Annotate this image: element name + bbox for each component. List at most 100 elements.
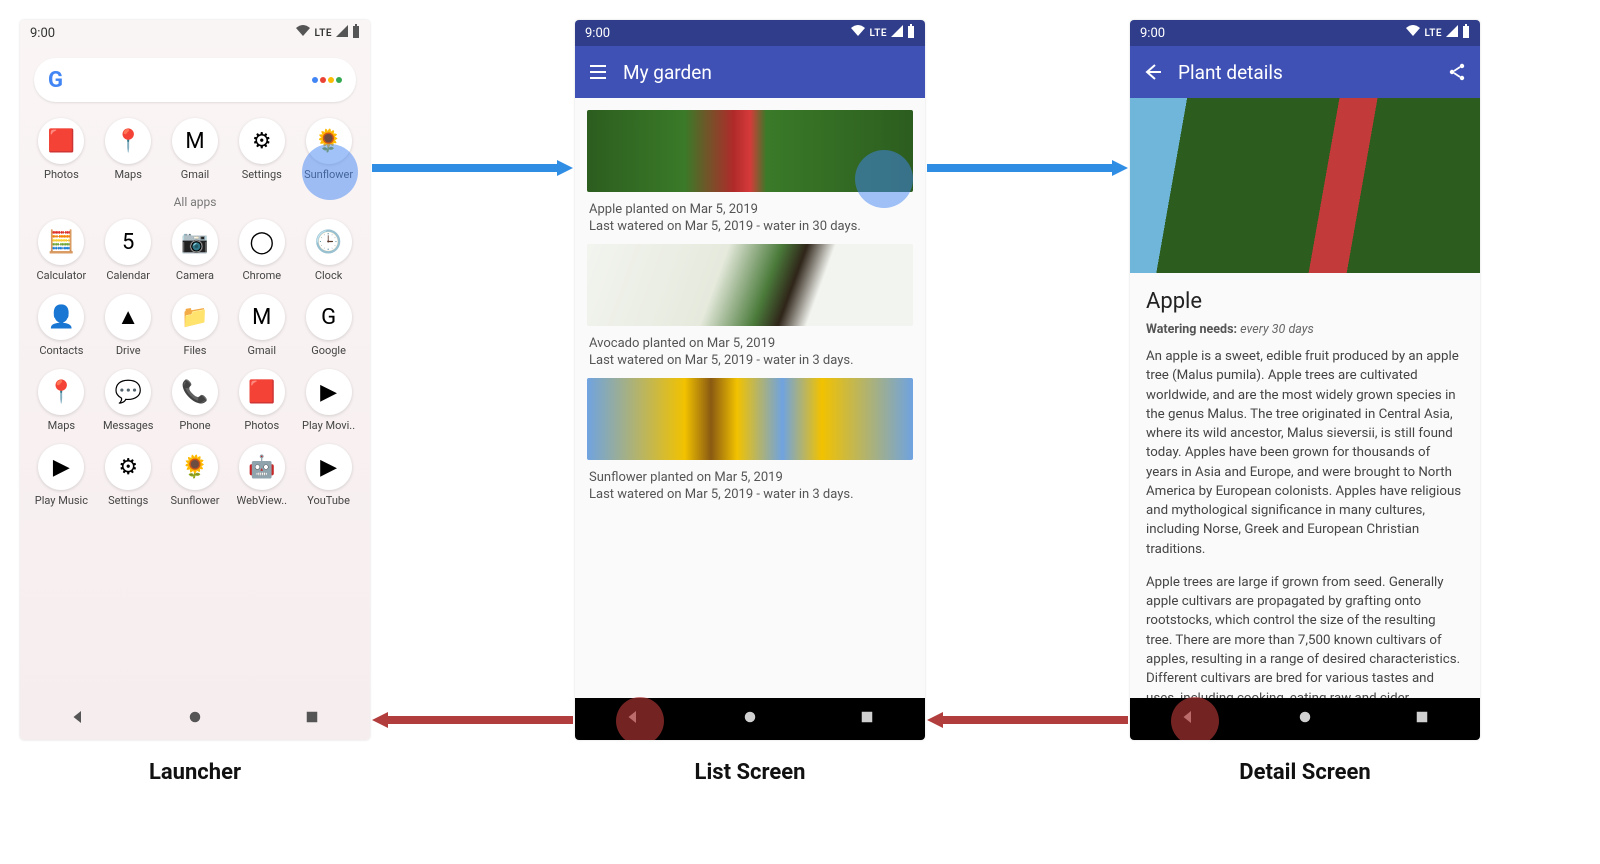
nav-home-button[interactable]: [1296, 708, 1314, 730]
wifi-icon: [1406, 25, 1420, 41]
app-clock[interactable]: 🕒 Clock: [298, 219, 360, 282]
app-label: Maps: [114, 168, 141, 181]
app-icon: 🟥: [38, 118, 84, 164]
app-sunflower[interactable]: 🌻Sunflower: [164, 444, 226, 507]
plant-hero-image: [1130, 98, 1480, 273]
android-nav-bar: [575, 698, 925, 740]
app-grid-row: 🧮Calculator 5 Calendar 📷 Camera ◯Chrome 🕒 Clock: [20, 213, 370, 288]
nav-recents-button[interactable]: [303, 708, 321, 730]
app-icon: ▶: [38, 444, 84, 490]
phone-detail: 9:00 LTE Plant details: [1130, 20, 1480, 740]
app-files[interactable]: 📁Files: [164, 294, 226, 357]
share-icon[interactable]: [1446, 61, 1468, 83]
nav-back-button[interactable]: [69, 708, 87, 730]
app-grid: 🧮Calculator 5 Calendar 📷 Camera ◯Chrome 🕒 Clock…: [20, 213, 370, 513]
app-icon: 🌻: [306, 118, 352, 164]
description-para-1: An apple is a sweet, edible fruit produc…: [1146, 347, 1464, 559]
app-label: Messages: [103, 419, 153, 432]
favorites-row: 🟥 Photos 📍MapsMGmail⚙Settings 🌻 Sunflower: [20, 112, 370, 187]
watering-label: Watering needs:: [1146, 322, 1237, 337]
app-maps[interactable]: 📍Maps: [30, 369, 92, 432]
app-photos[interactable]: 🟥 Photos: [30, 118, 92, 181]
plant-card-apple[interactable]: Apple planted on Mar 5, 2019 Last watered…: [587, 110, 913, 234]
search-bar[interactable]: G: [34, 58, 356, 102]
app-google[interactable]: GGoogle: [298, 294, 360, 357]
app-messages[interactable]: 💬 Messages: [97, 369, 159, 432]
app-bar: My garden: [575, 46, 925, 98]
lte-label: LTE: [314, 28, 332, 39]
nav-back-button[interactable]: [1179, 708, 1197, 730]
battery-icon: [1462, 24, 1470, 42]
app-bar: Plant details: [1130, 46, 1480, 98]
nav-home-button[interactable]: [186, 708, 204, 730]
app-icon: ▶: [306, 369, 352, 415]
plant-card-watered: Last watered on Mar 5, 2019 - water in 3…: [589, 487, 911, 502]
app-label: Phone: [179, 419, 210, 432]
arrow-list-to-detail: [927, 160, 1128, 176]
app-settings[interactable]: ⚙Settings: [231, 118, 293, 181]
app-contacts[interactable]: 👤Contacts: [30, 294, 92, 357]
app-label: Sunflower: [304, 168, 353, 181]
status-bar: 9:00 LTE: [575, 20, 925, 46]
signal-icon: [1446, 25, 1458, 41]
caption-detail: Detail Screen: [1130, 760, 1480, 785]
app-label: Calculator: [36, 269, 86, 282]
app-label: Calendar: [106, 269, 150, 282]
app-gmail[interactable]: MGmail: [164, 118, 226, 181]
plant-card-avocado[interactable]: Avocado planted on Mar 5, 2019Last water…: [587, 244, 913, 368]
app-icon: 📞: [172, 369, 218, 415]
app-label: Gmail: [248, 344, 276, 357]
app-label: Photos: [44, 168, 79, 181]
app-photos[interactable]: 🟥Photos: [231, 369, 293, 432]
nav-back-button[interactable]: [624, 708, 642, 730]
plant-description: An apple is a sweet, edible fruit produc…: [1146, 347, 1464, 727]
app-label: Contacts: [39, 344, 83, 357]
app-gmail[interactable]: M Gmail: [231, 294, 293, 357]
app-icon: 🌻: [172, 444, 218, 490]
app-play-music[interactable]: ▶Play Music: [30, 444, 92, 507]
watering-value: every 30 days: [1240, 322, 1314, 337]
app-maps[interactable]: 📍Maps: [97, 118, 159, 181]
app-sunflower[interactable]: 🌻 Sunflower: [298, 118, 360, 181]
app-icon: 📷: [172, 219, 218, 265]
nav-home-button[interactable]: [741, 708, 759, 730]
phone-launcher: 9:00 LTE G 🟥 Photos 📍Maps M Gmail ⚙Settings 🌻 S…: [20, 20, 370, 740]
app-icon: M: [172, 118, 218, 164]
app-label: Photos: [244, 419, 279, 432]
app-calendar[interactable]: 5 Calendar: [97, 219, 159, 282]
plant-card-planted: Avocado planted on Mar 5, 2019: [589, 336, 911, 351]
app-icon: ◯: [239, 219, 285, 265]
app-settings[interactable]: ⚙Settings: [97, 444, 159, 507]
app-camera[interactable]: 📷 Camera: [164, 219, 226, 282]
plant-card-sunflower[interactable]: Sunflower planted on Mar 5, 2019Last wat…: [587, 378, 913, 502]
app-label: Clock: [315, 269, 342, 282]
app-youtube[interactable]: ▶YouTube: [298, 444, 360, 507]
plant-detail-body: Apple Watering needs: every 30 days An a…: [1130, 273, 1480, 740]
app-play-movi-[interactable]: ▶Play Movi..: [298, 369, 360, 432]
assistant-icon[interactable]: [312, 77, 342, 83]
phone-list: 9:00 LTE My garden Apple planted on Mar …: [575, 20, 925, 740]
nav-recents-button[interactable]: [858, 708, 876, 730]
app-webview-[interactable]: 🤖WebView..: [231, 444, 293, 507]
menu-icon[interactable]: [587, 61, 609, 83]
app-label: Camera: [176, 269, 214, 282]
arrow-list-to-launcher: [372, 712, 573, 728]
status-bar: 9:00 LTE: [20, 20, 370, 46]
battery-icon: [352, 24, 360, 42]
app-calculator[interactable]: 🧮Calculator: [30, 219, 92, 282]
back-icon[interactable]: [1142, 61, 1164, 83]
app-drive[interactable]: ▲Drive: [97, 294, 159, 357]
nav-recents-button[interactable]: [1413, 708, 1431, 730]
arrow-launcher-to-list: [372, 160, 573, 176]
app-phone[interactable]: 📞 Phone: [164, 369, 226, 432]
app-icon: 5: [105, 219, 151, 265]
app-icon: 💬: [105, 369, 151, 415]
app-icon: 🕒: [306, 219, 352, 265]
plant-list[interactable]: Apple planted on Mar 5, 2019 Last watered…: [575, 98, 925, 502]
plant-card-watered: Last watered on Mar 5, 2019 - water in 3…: [589, 219, 911, 234]
plant-card-planted: Apple planted on Mar 5, 2019: [589, 202, 911, 217]
google-logo-icon: G: [48, 68, 63, 93]
app-icon: M: [239, 294, 285, 340]
caption-launcher: Launcher: [20, 760, 370, 785]
app-chrome[interactable]: ◯Chrome: [231, 219, 293, 282]
